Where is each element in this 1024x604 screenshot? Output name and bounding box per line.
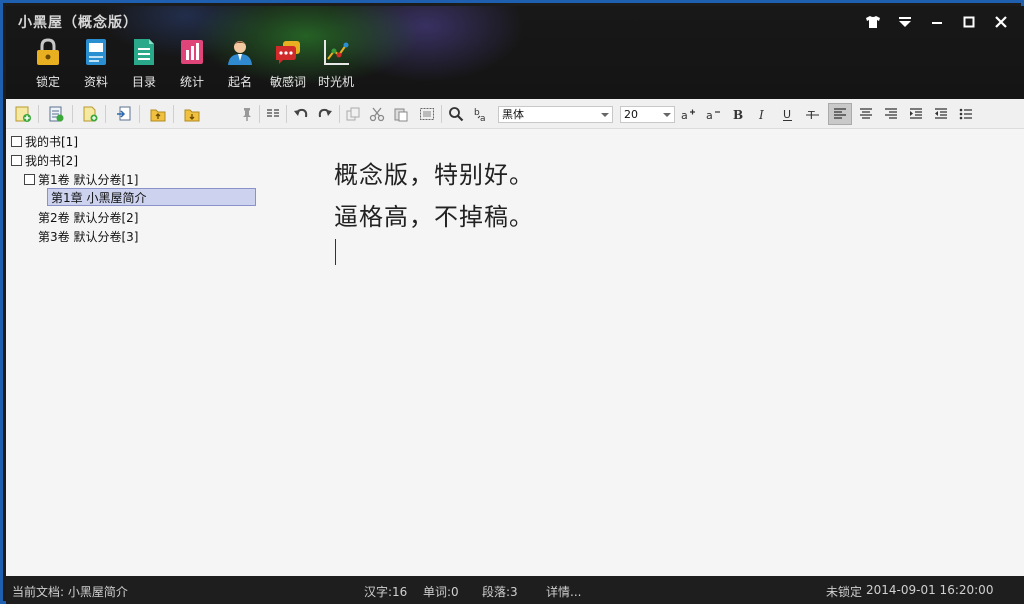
tool-naming[interactable]: 起名 bbox=[216, 36, 264, 94]
details-link[interactable]: 详情... bbox=[546, 583, 581, 600]
close-icon[interactable] bbox=[988, 11, 1014, 33]
underline-icon[interactable]: U bbox=[777, 103, 799, 125]
copy-format-icon[interactable] bbox=[342, 103, 364, 125]
font-increase-icon[interactable]: a bbox=[677, 103, 699, 125]
checkbox[interactable] bbox=[24, 173, 35, 185]
tree-item-volume-1[interactable]: 第1卷 默认分卷[1] bbox=[24, 170, 138, 188]
replace-icon[interactable]: ba bbox=[470, 103, 492, 125]
move-up-icon[interactable] bbox=[147, 103, 169, 125]
editor-line: 概念版，特别好。 bbox=[334, 161, 534, 189]
chevron-down-icon bbox=[601, 113, 609, 117]
align-center-icon[interactable] bbox=[855, 103, 877, 125]
pin-icon[interactable] bbox=[236, 103, 258, 125]
svg-text:B: B bbox=[733, 108, 743, 122]
tool-catalog[interactable]: 目录 bbox=[120, 36, 168, 94]
char-count: 汉字:16 bbox=[364, 585, 408, 599]
redo-icon[interactable] bbox=[314, 103, 336, 125]
minimize-icon[interactable] bbox=[924, 11, 950, 33]
svg-text:a: a bbox=[706, 109, 713, 122]
paragraph-count: 段落:3 bbox=[482, 585, 518, 599]
lock-status: 未锁定 bbox=[826, 585, 863, 599]
tree-item-book-1[interactable]: 我的书[1] bbox=[11, 132, 78, 150]
header-banner: 小黑屋（概念版） 锁定 资料 目录 统计 起名 敏感词 时光机 bbox=[6, 6, 1024, 99]
cut-icon[interactable] bbox=[366, 103, 388, 125]
book-icon bbox=[80, 36, 112, 68]
chart-icon bbox=[176, 36, 208, 68]
timeline-icon bbox=[320, 36, 352, 68]
tool-timemachine[interactable]: 时光机 bbox=[312, 36, 360, 94]
word-count: 单词:0 bbox=[423, 585, 459, 599]
tool-stats[interactable]: 统计 bbox=[168, 36, 216, 94]
new-volume-icon[interactable] bbox=[45, 103, 67, 125]
new-book-icon[interactable] bbox=[12, 103, 34, 125]
checkbox[interactable] bbox=[11, 135, 22, 147]
indent-icon[interactable] bbox=[905, 103, 927, 125]
maximize-icon[interactable] bbox=[956, 11, 982, 33]
window-controls bbox=[860, 11, 1014, 33]
import-icon[interactable] bbox=[113, 103, 135, 125]
undo-icon[interactable] bbox=[290, 103, 312, 125]
paste-icon[interactable] bbox=[390, 103, 412, 125]
datetime: 2014-09-01 16:20:00 bbox=[866, 583, 994, 597]
move-down-icon[interactable] bbox=[181, 103, 203, 125]
font-decrease-icon[interactable]: a bbox=[702, 103, 724, 125]
tool-sensitive[interactable]: 敏感词 bbox=[264, 36, 312, 94]
svg-text:I: I bbox=[758, 108, 764, 122]
app-window: 小黑屋（概念版） 锁定 资料 目录 统计 起名 敏感词 时光机 b a 黑体 2… bbox=[0, 0, 1024, 604]
font-size-select[interactable]: 20 bbox=[620, 106, 675, 123]
current-document: 当前文档: 小黑屋简介 bbox=[12, 585, 128, 599]
book-tree: 我的书[1] 我的书[2] 第1卷 默认分卷[1] 第1章 小黑屋简介 第2卷 … bbox=[6, 129, 258, 576]
menu-icon[interactable] bbox=[892, 11, 918, 33]
tool-info[interactable]: 资料 bbox=[72, 36, 120, 94]
bold-icon[interactable]: B bbox=[727, 103, 749, 125]
search-icon[interactable] bbox=[445, 103, 467, 125]
skin-icon[interactable] bbox=[860, 11, 886, 33]
bullet-list-icon[interactable] bbox=[955, 103, 977, 125]
tree-item-chapter-1[interactable]: 第1章 小黑屋简介 bbox=[47, 188, 256, 206]
person-icon bbox=[224, 36, 256, 68]
align-right-icon[interactable] bbox=[880, 103, 902, 125]
tree-item-volume-3[interactable]: 第3卷 默认分卷[3] bbox=[38, 227, 138, 245]
chevron-down-icon bbox=[663, 113, 671, 117]
editor-line: 逼格高，不掉稿。 bbox=[334, 203, 534, 231]
chat-icon bbox=[272, 36, 304, 68]
catalog-icon bbox=[128, 36, 160, 68]
text-cursor bbox=[335, 239, 336, 265]
svg-text:U: U bbox=[783, 108, 791, 121]
columns-icon[interactable] bbox=[262, 103, 284, 125]
align-left-icon[interactable] bbox=[828, 103, 852, 125]
format-toolbar: ba 黑体 20 a a B I U T bbox=[6, 99, 1024, 129]
strikethrough-icon[interactable]: T bbox=[802, 103, 824, 125]
new-chapter-icon[interactable] bbox=[79, 103, 101, 125]
font-name-select[interactable]: 黑体 bbox=[498, 106, 613, 123]
italic-icon[interactable]: I bbox=[752, 103, 774, 125]
tree-item-book-2[interactable]: 我的书[2] bbox=[11, 151, 78, 169]
outdent-icon[interactable] bbox=[930, 103, 952, 125]
checkbox[interactable] bbox=[11, 154, 22, 166]
main-tools: 锁定 资料 目录 统计 起名 敏感词 时光机 bbox=[24, 36, 360, 94]
window-title: 小黑屋（概念版） bbox=[18, 15, 138, 31]
svg-text:a: a bbox=[681, 109, 688, 122]
lock-icon bbox=[32, 36, 64, 68]
svg-text:a: a bbox=[480, 114, 486, 122]
status-bar: 当前文档: 小黑屋简介 汉字:16 单词:0 段落:3 详情... 未锁定 20… bbox=[6, 576, 1024, 604]
text-editor[interactable]: 概念版，特别好。 逼格高，不掉稿。 bbox=[258, 129, 1024, 576]
tool-lock[interactable]: 锁定 bbox=[24, 36, 72, 94]
select-all-icon[interactable] bbox=[416, 103, 438, 125]
tree-item-volume-2[interactable]: 第2卷 默认分卷[2] bbox=[38, 208, 138, 226]
